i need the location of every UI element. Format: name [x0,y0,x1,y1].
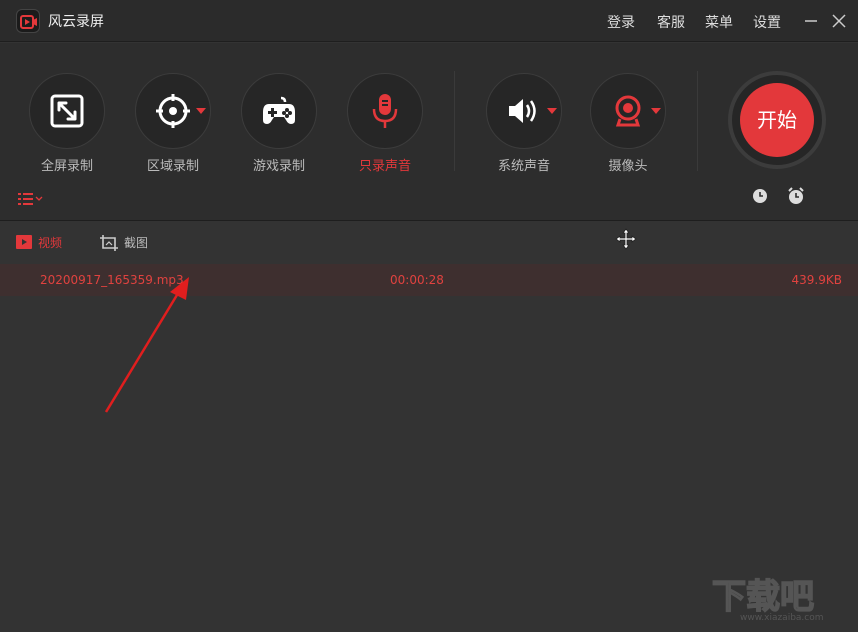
svg-text:www.xiazaiba.com: www.xiazaiba.com [740,613,824,622]
watermark-logo: 下载吧 www.xiazaiba.com [710,574,850,626]
svg-text:下载吧: 下载吧 [712,577,814,617]
annotation-arrow [104,277,189,413]
